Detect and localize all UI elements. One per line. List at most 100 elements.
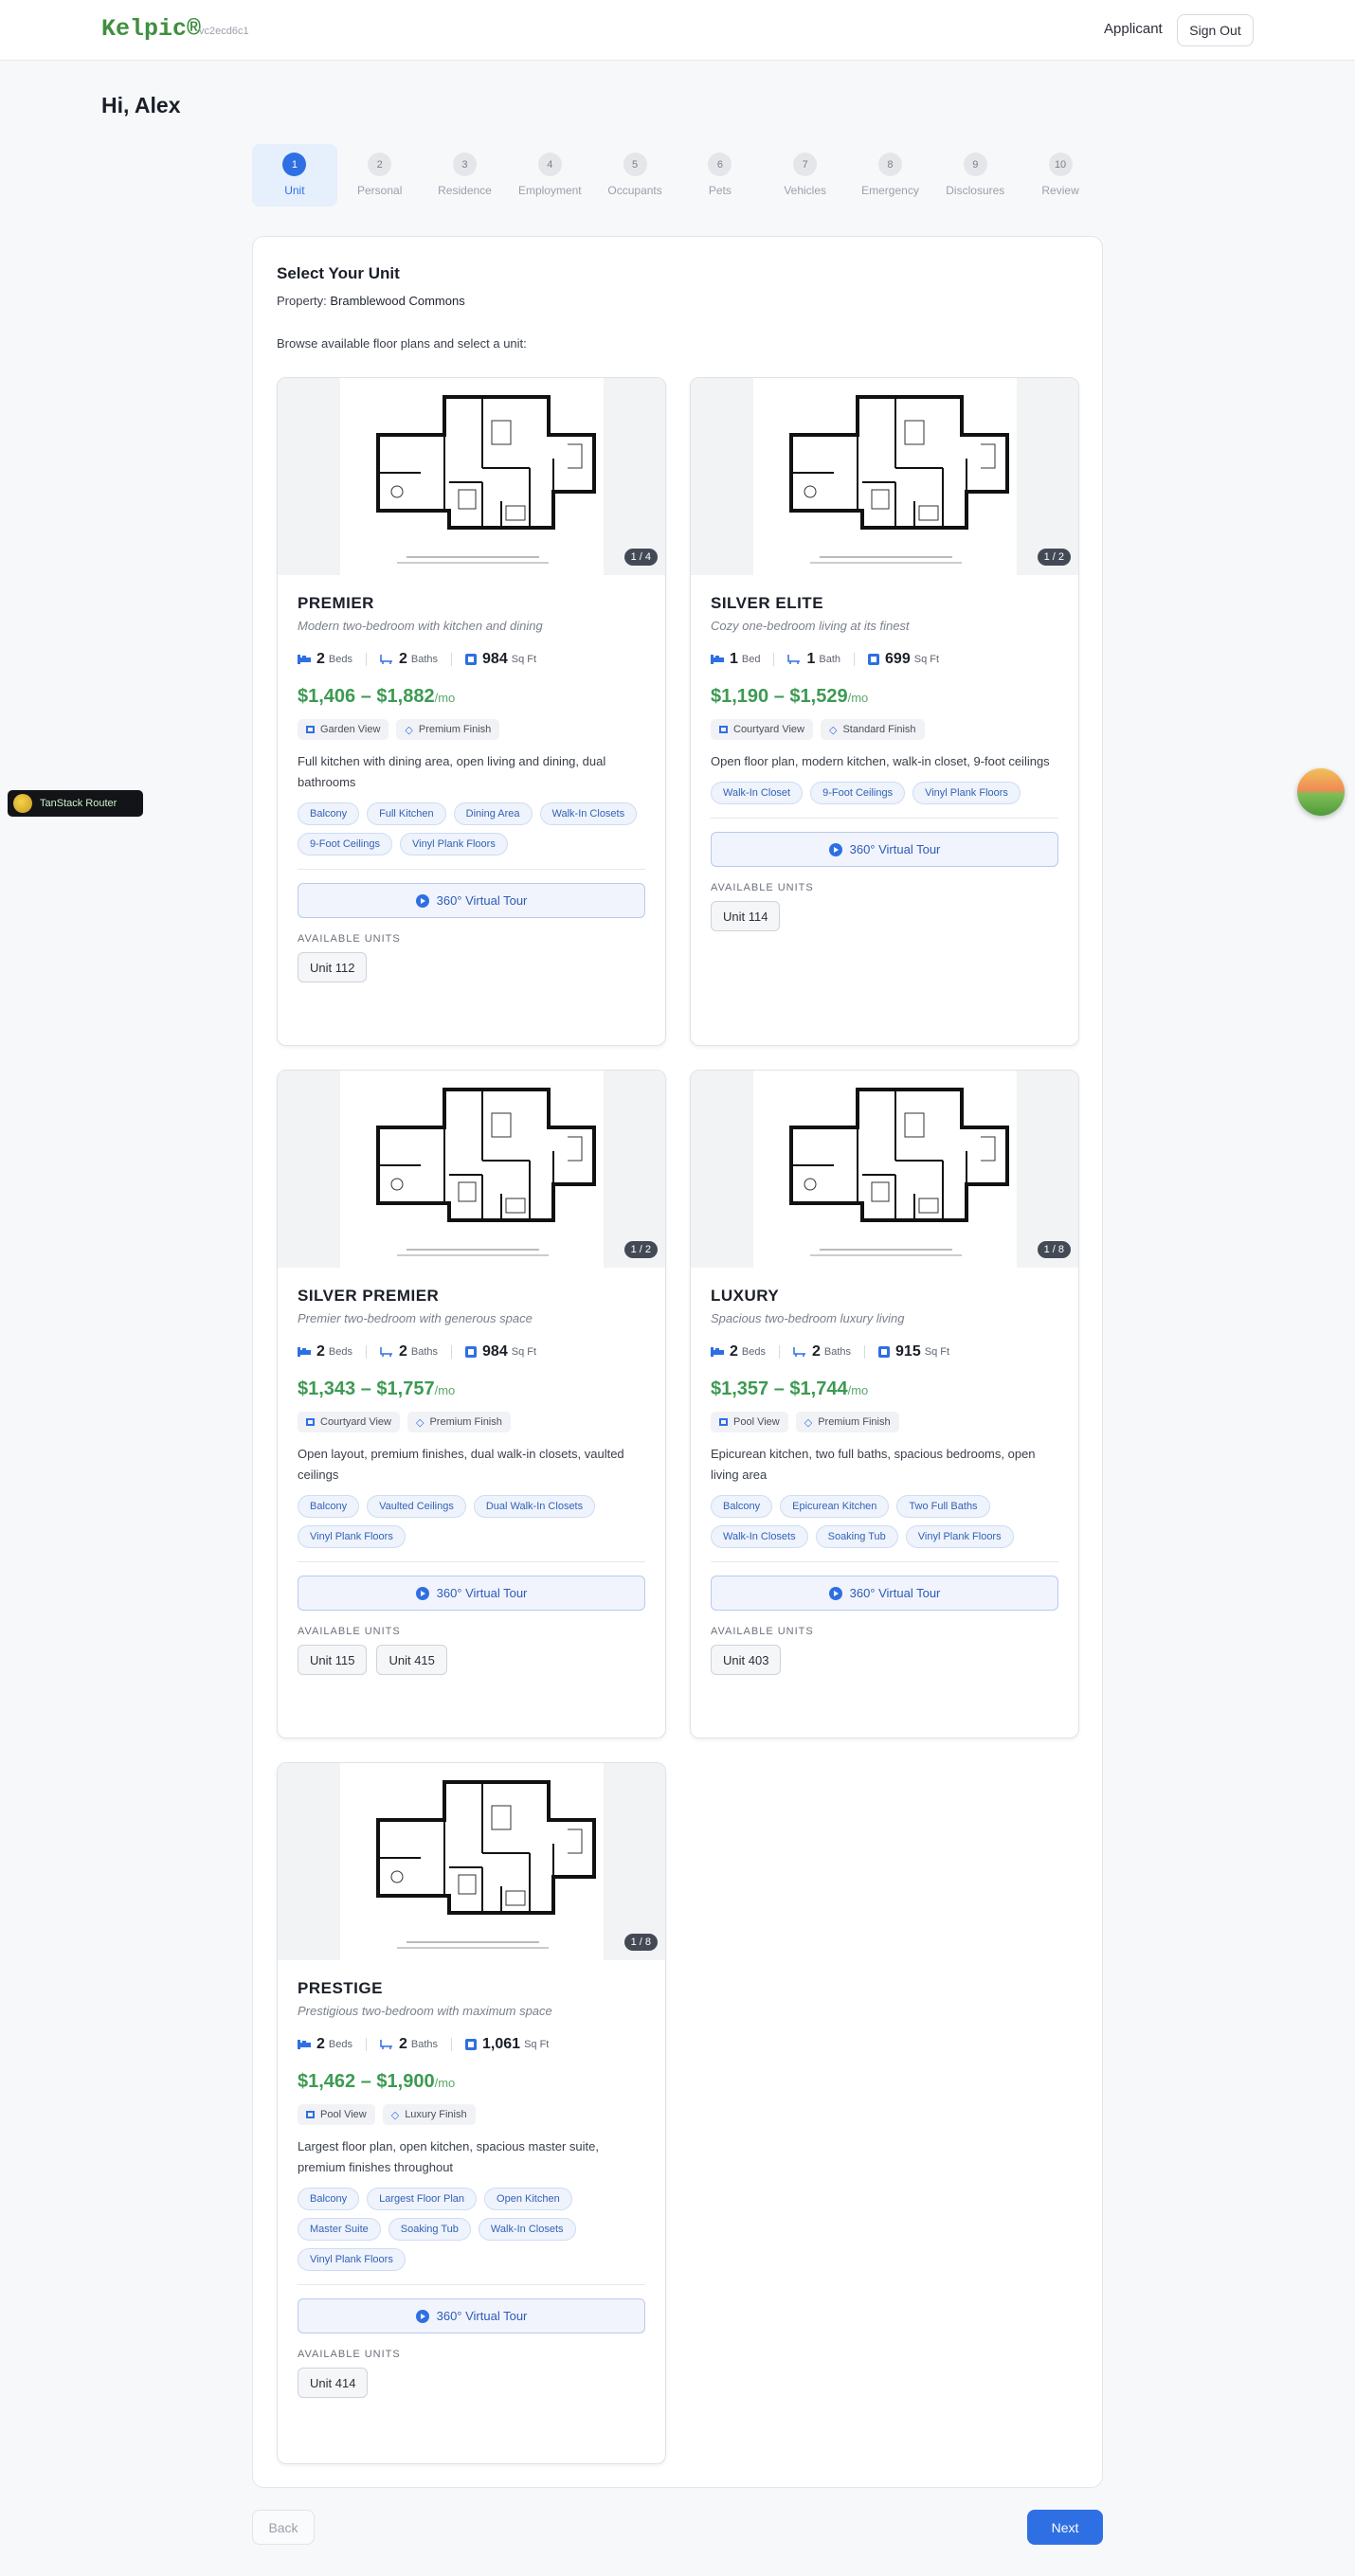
property-name: Bramblewood Commons — [330, 294, 465, 308]
diamond-icon: ◇ — [804, 1416, 813, 1429]
plan-tagline: Premier two-bedroom with generous space — [298, 1311, 533, 1325]
amenity-tag: Soaking Tub — [815, 1525, 898, 1548]
unit-option[interactable]: Unit 114 — [711, 901, 781, 931]
beds-count: 2 — [316, 651, 325, 667]
step-label: Review — [1041, 184, 1079, 197]
plan-description: Largest floor plan, open kitchen, spacio… — [298, 2139, 599, 2174]
plan-specs: 2 Beds 2 Baths 1,061 Sq Ft — [298, 2035, 645, 2054]
floor-plan-card-prestige[interactable]: 1 / 8 PRESTIGE Prestigious two-bedroom w… — [277, 1762, 666, 2464]
amenity-tag: Soaking Tub — [388, 2218, 471, 2241]
step-label: Vehicles — [784, 184, 827, 197]
sign-out-button[interactable]: Sign Out — [1177, 14, 1254, 46]
greeting: Hi, Alex — [101, 93, 181, 117]
finish-chip: ◇ Standard Finish — [821, 719, 925, 740]
query-devtools-icon[interactable] — [1297, 768, 1345, 816]
image-counter: 1 / 2 — [1037, 549, 1071, 566]
plan-tagline: Cozy one-bedroom living at its finest — [711, 619, 910, 633]
available-units-label: AVAILABLE UNITS — [298, 2349, 401, 2360]
unit-option[interactable]: Unit 115 — [298, 1645, 368, 1675]
bed-icon — [298, 655, 311, 664]
area-icon — [465, 2039, 478, 2050]
floor-plan-gallery[interactable]: 1 / 8 — [278, 1763, 665, 1960]
floor-plan-gallery[interactable]: 1 / 8 — [691, 1071, 1078, 1268]
step-label: Residence — [438, 184, 492, 197]
finish-chip: ◇ Premium Finish — [407, 1412, 511, 1432]
floor-plan-image — [753, 1071, 1017, 1268]
plan-specs: 2 Beds 2 Baths 984 Sq Ft — [298, 650, 645, 669]
amenity-tags: Balcony Epicurean Kitchen Two Full Baths… — [711, 1495, 1058, 1548]
floor-plan-gallery[interactable]: 1 / 2 — [278, 1071, 665, 1268]
floor-plan-card-silver-premier[interactable]: 1 / 2 SILVER PREMIER Premier two-bedroom… — [277, 1070, 666, 1738]
virtual-tour-button[interactable]: 360° Virtual Tour — [298, 2298, 645, 2333]
amenity-tag: Balcony — [711, 1495, 773, 1518]
amenity-tag: Vinyl Plank Floors — [298, 2248, 406, 2271]
step-personal[interactable]: 2 Personal — [337, 144, 423, 207]
floor-plan-gallery[interactable]: 1 / 2 — [691, 378, 1078, 575]
unit-option[interactable]: Unit 415 — [376, 1645, 447, 1675]
amenity-tags: Balcony Largest Floor Plan Open Kitchen … — [298, 2188, 645, 2271]
beds-label: Bed — [741, 654, 761, 665]
step-number: 8 — [877, 153, 902, 176]
diamond-icon: ◇ — [829, 724, 838, 736]
step-vehicles[interactable]: 7 Vehicles — [763, 144, 848, 207]
available-units-label: AVAILABLE UNITS — [298, 933, 401, 945]
bed-icon — [711, 655, 724, 664]
image-counter: 1 / 4 — [623, 549, 658, 566]
sqft-label: Sq Ft — [511, 654, 537, 665]
bath-icon — [787, 655, 801, 664]
step-disclosures[interactable]: 9 Disclosures — [932, 144, 1018, 207]
diamond-icon: ◇ — [390, 2109, 400, 2121]
amenity-tag: Vinyl Plank Floors — [905, 1525, 1014, 1548]
amenity-tag: Master Suite — [298, 2218, 381, 2241]
next-button[interactable]: Next — [1027, 2510, 1103, 2545]
floor-plan-card-premier[interactable]: 1 / 4 PREMIER Modern two-bedroom with ki… — [277, 377, 666, 1046]
sqft-label: Sq Ft — [913, 654, 940, 665]
diamond-icon: ◇ — [405, 724, 413, 736]
unit-option[interactable]: Unit 403 — [711, 1645, 782, 1675]
floor-plan-gallery[interactable]: 1 / 4 — [278, 378, 665, 575]
floor-plan-card-luxury[interactable]: 1 / 8 LUXURY Spacious two-bedroom luxury… — [690, 1070, 1079, 1738]
router-devtools-toggle[interactable]: TanStack Router — [8, 790, 143, 817]
top-bar: Kelpic® vc2ecd6c1 Applicant Sign Out — [0, 0, 1355, 61]
amenity-tag: Walk-In Closets — [711, 1525, 808, 1548]
baths-label: Bath — [819, 654, 841, 665]
unit-selection-panel: Select Your Unit Property: Bramblewood C… — [252, 236, 1103, 2488]
plan-description: Full kitchen with dining area, open livi… — [298, 754, 606, 789]
property-label: Property: — [277, 294, 327, 308]
unit-option[interactable]: Unit 414 — [298, 2368, 369, 2398]
amenity-tag: Epicurean Kitchen — [780, 1495, 890, 1518]
floor-plan-card-silver-elite[interactable]: 1 / 2 SILVER ELITE Cozy one-bedroom livi… — [690, 377, 1079, 1046]
floor-plan-image — [340, 1071, 604, 1268]
step-occupants[interactable]: 5 Occupants — [592, 144, 678, 207]
step-unit[interactable]: 1 Unit — [252, 144, 337, 207]
virtual-tour-button[interactable]: 360° Virtual Tour — [298, 1576, 645, 1611]
browse-instructions: Browse available floor plans and select … — [277, 336, 527, 351]
back-button[interactable]: Back — [252, 2510, 315, 2545]
application-stepper: 1 Unit 2 Personal 3 Residence 4 Employment 5… — [252, 144, 1103, 207]
finish-chip: ◇ Luxury Finish — [382, 2104, 476, 2125]
play-icon — [828, 842, 842, 856]
sqft-value: 1,061 — [482, 2036, 521, 2052]
virtual-tour-button[interactable]: 360° Virtual Tour — [298, 883, 645, 918]
step-emergency[interactable]: 8 Emergency — [848, 144, 933, 207]
step-label: Pets — [708, 184, 732, 197]
window-icon — [306, 2111, 315, 2118]
image-counter: 1 / 8 — [623, 1934, 658, 1951]
step-residence[interactable]: 3 Residence — [423, 144, 508, 207]
step-review[interactable]: 10 Review — [1018, 144, 1103, 207]
step-employment[interactable]: 4 Employment — [507, 144, 592, 207]
baths-count: 2 — [811, 1343, 821, 1360]
virtual-tour-button[interactable]: 360° Virtual Tour — [711, 832, 1058, 867]
step-pets[interactable]: 6 Pets — [678, 144, 763, 207]
beds-count: 1 — [730, 651, 738, 667]
unit-option[interactable]: Unit 112 — [298, 952, 368, 982]
brand-logo[interactable]: Kelpic® — [101, 15, 201, 43]
virtual-tour-button[interactable]: 360° Virtual Tour — [711, 1576, 1058, 1611]
bath-icon — [380, 2040, 392, 2049]
view-chip: Courtyard View — [298, 1412, 400, 1432]
play-icon — [415, 893, 429, 908]
baths-count: 2 — [398, 2036, 407, 2052]
price-range: $1,190 – $1,529/mo — [711, 686, 869, 707]
amenity-tag: Vinyl Plank Floors — [298, 1525, 406, 1548]
step-number: 9 — [963, 153, 987, 176]
